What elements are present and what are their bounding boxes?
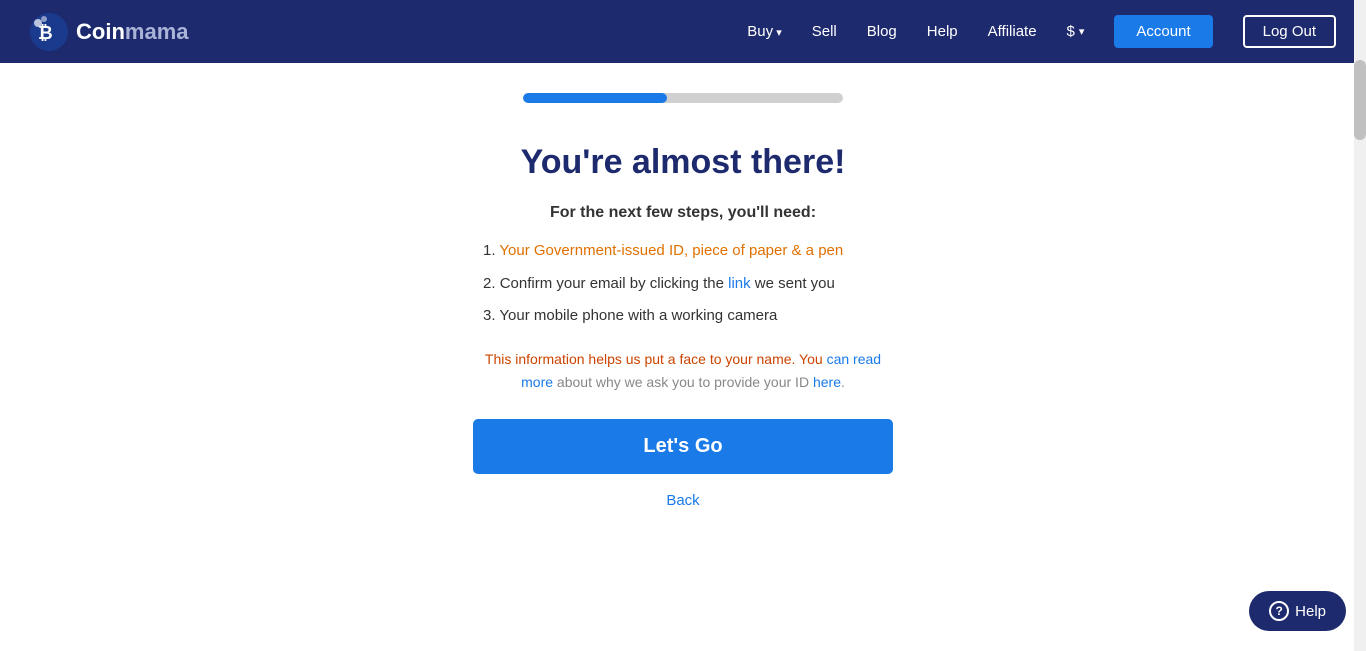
affiliate-link[interactable]: Affiliate [988,23,1037,40]
list-item: 2. Confirm your email by clicking the li… [483,273,883,296]
page-title: You're almost there! [473,143,893,182]
help-nav-link[interactable]: Help [927,23,958,40]
buy-link[interactable]: Buy [747,23,781,40]
scrollbar-track [1354,0,1366,651]
help-floating-button[interactable]: ? Help [1249,591,1346,631]
main-content: You're almost there! For the next few st… [0,63,1366,510]
progress-fill [523,93,667,103]
navbar-links: Buy Sell Blog Help Affiliate $ Account L… [747,15,1336,48]
sell-link[interactable]: Sell [812,23,837,40]
currency-selector[interactable]: $ [1067,23,1085,40]
navbar: ₿ Coinmama Buy Sell Blog Help Affiliate … [0,0,1366,63]
info-text: This information helps us put a face to … [473,348,893,396]
brand-logo-icon: ₿ [30,13,68,51]
account-button[interactable]: Account [1114,15,1212,48]
progress-bar-container [523,93,843,103]
lets-go-button[interactable]: Let's Go [473,419,893,474]
email-link[interactable]: link [728,275,751,292]
list-item: 1. Your Government-issued ID, piece of p… [483,240,883,263]
brand: ₿ Coinmama [30,13,188,51]
here-link[interactable]: here [813,374,841,390]
blog-link[interactable]: Blog [867,23,897,40]
card-subtitle: For the next few steps, you'll need: [473,204,893,222]
help-icon: ? [1269,601,1289,621]
steps-list: 1. Your Government-issued ID, piece of p… [473,240,893,328]
help-button-label: Help [1295,603,1326,620]
brand-name: Coinmama [76,19,188,45]
list-item: 3. Your mobile phone with a working came… [483,305,883,328]
card: You're almost there! For the next few st… [473,143,893,510]
scrollbar-thumb[interactable] [1354,60,1366,140]
back-button[interactable]: Back [666,492,699,509]
logout-button[interactable]: Log Out [1243,15,1336,48]
